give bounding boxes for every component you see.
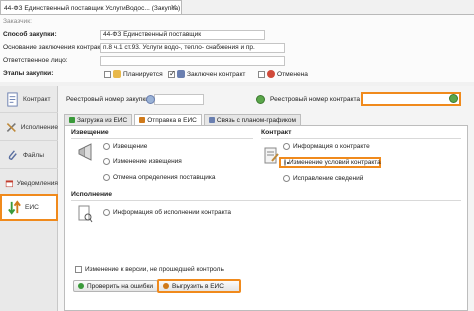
radio-label: Информация о контракте	[293, 143, 370, 150]
notice-option-notice[interactable]: Извещение	[103, 143, 147, 150]
tab-label: Отправка в ЕИС	[147, 116, 197, 124]
link-icon	[208, 117, 215, 123]
tab-bar: Загрузка из ЕИС Отправка в ЕИС Связь с п…	[64, 114, 301, 125]
stages-label: Этапы закупки:	[3, 70, 54, 77]
sidebar-item-notifications[interactable]: Уведомления	[0, 170, 58, 197]
sidebar-item-label: Контракт	[23, 95, 51, 103]
failed-version-change-checkbox[interactable]: Изменение к версии, не прошедшей контрол…	[75, 266, 224, 273]
paperclip-icon	[8, 149, 17, 160]
stage-planned-label: Планируется	[123, 70, 163, 78]
radio-label: Изменение условий контракта	[289, 159, 381, 166]
radio-button[interactable]	[284, 159, 289, 166]
notice-section-title: Извещение	[71, 129, 109, 136]
basis-label: Основание заключения контракта:	[3, 44, 109, 51]
notice-option-change[interactable]: Изменение извещения	[103, 158, 182, 165]
contract-registry-input[interactable]	[361, 92, 461, 106]
download-icon	[69, 117, 75, 123]
calendar-icon	[5, 179, 13, 187]
radio-button[interactable]	[283, 175, 290, 182]
contract-option-correction[interactable]: Исправление сведений	[283, 175, 363, 182]
document-search-icon	[78, 205, 93, 223]
radio-label: Извещение	[113, 143, 148, 150]
radio-label: Отмена определения поставщика	[113, 174, 216, 181]
radio-label: Исправление сведений	[293, 175, 364, 182]
upload-to-eis-button[interactable]: Выгрузить в ЕИС	[157, 279, 241, 293]
contract-section-title: Контракт	[261, 129, 292, 136]
planned-icon	[113, 70, 121, 78]
contract-icon	[7, 91, 18, 107]
info-icon[interactable]	[146, 95, 155, 104]
search-contract-icon[interactable]	[449, 94, 458, 103]
sidebar: Контракт Исполнение Файлы Уведомления ЕИ…	[0, 86, 58, 311]
search-purchase-icon[interactable]	[256, 95, 265, 104]
stage-contracted-checkbox[interactable]	[168, 69, 176, 78]
responsible-label: Ответственное лицо:	[3, 57, 68, 64]
execution-section-title: Исполнение	[71, 191, 113, 198]
stage-planned[interactable]: Планируется	[104, 70, 163, 78]
execution-divider	[71, 200, 461, 201]
check-errors-button[interactable]: Проверить на ошибки	[73, 280, 158, 292]
radio-button[interactable]	[103, 174, 110, 181]
sidebar-item-execution[interactable]: Исполнение	[0, 114, 58, 141]
tab-label: Загрузка из ЕИС	[77, 116, 128, 124]
method-label: Способ закупки:	[3, 31, 57, 38]
close-tab-icon[interactable]: ✕	[170, 3, 177, 12]
contract-stage-icon	[177, 70, 185, 78]
sidebar-item-label: ЕИС	[25, 204, 39, 211]
stage-contracted[interactable]: Заключен контракт	[168, 69, 246, 78]
checkbox-label: Изменение к версии, не прошедшей контрол…	[85, 266, 224, 273]
check-icon	[78, 283, 84, 289]
button-label: Проверить на ошибки	[87, 282, 153, 290]
radio-button[interactable]	[283, 143, 290, 150]
contract-edit-icon	[264, 147, 279, 164]
sidebar-item-contract[interactable]: Контракт	[0, 86, 58, 113]
contract-registry-label: Реестровый номер контракта	[270, 96, 361, 103]
send-to-eis-panel: Извещение Извещение Изменение извещения …	[64, 125, 468, 311]
purchaser-label: Заказчик:	[3, 18, 32, 25]
stage-contracted-label: Заключен контракт	[187, 70, 246, 78]
sidebar-item-label: Уведомления	[16, 179, 58, 187]
radio-button[interactable]	[103, 143, 110, 150]
main-panel: Реестровый номер закупки Реестровый номе…	[58, 86, 474, 311]
radio-button[interactable]	[103, 158, 110, 165]
tab-label: Связь с планом-графиком	[216, 116, 296, 124]
notice-divider	[71, 138, 253, 139]
megaphone-icon	[78, 143, 92, 161]
contract-divider	[261, 138, 461, 139]
document-tab[interactable]: 44-ФЗ Единственный поставщик УслугиВодос…	[0, 0, 182, 15]
sidebar-item-eis[interactable]: ЕИС	[0, 194, 58, 221]
stage-cancelled-label: Отменена	[277, 70, 308, 78]
procurement-window: 44-ФЗ Единственный поставщик УслугиВодос…	[0, 0, 474, 311]
stage-cancelled-checkbox[interactable]	[258, 70, 265, 78]
purchase-header: Заказчик: Способ закупки: 44-ФЗ Единстве…	[0, 15, 474, 82]
tab-send-to-eis[interactable]: Отправка в ЕИС	[134, 114, 202, 125]
responsible-field[interactable]	[100, 56, 285, 66]
checkbox[interactable]	[75, 266, 82, 273]
sync-arrows-icon	[8, 200, 21, 215]
notice-option-cancel[interactable]: Отмена определения поставщика	[103, 174, 215, 181]
contract-option-info[interactable]: Информация о контракте	[283, 143, 370, 150]
sidebar-item-label: Файлы	[23, 151, 44, 159]
purchase-registry-label: Реестровый номер закупки	[66, 96, 149, 103]
tools-icon	[6, 122, 16, 132]
upload-icon	[139, 117, 146, 123]
radio-button[interactable]	[103, 209, 110, 216]
stage-planned-checkbox[interactable]	[104, 70, 111, 78]
contract-option-change-terms[interactable]: Изменение условий контракта	[279, 157, 381, 168]
tab-load-from-eis[interactable]: Загрузка из ЕИС	[64, 114, 133, 125]
tab-schedule-link[interactable]: Связь с планом-графиком	[203, 114, 301, 125]
radio-label: Изменение извещения	[113, 158, 182, 165]
button-label: Выгрузить в ЕИС	[172, 282, 224, 290]
method-field[interactable]: 44-ФЗ Единственный поставщик	[100, 30, 265, 40]
purchase-registry-input[interactable]	[154, 94, 204, 105]
basis-field[interactable]: п.8 ч.1 ст.93. Услуги водо-, тепло- снаб…	[100, 43, 285, 53]
execution-option-info[interactable]: Информация об исполнении контракта	[103, 209, 231, 216]
stage-cancelled[interactable]: Отменена	[258, 70, 308, 78]
upload-icon	[163, 283, 169, 289]
document-tab-title: 44-ФЗ Единственный поставщик УслугиВодос…	[4, 4, 181, 12]
radio-label: Информация об исполнении контракта	[113, 209, 232, 216]
sidebar-item-files[interactable]: Файлы	[0, 142, 58, 169]
cancel-icon	[267, 70, 275, 78]
sidebar-item-label: Исполнение	[20, 123, 58, 131]
